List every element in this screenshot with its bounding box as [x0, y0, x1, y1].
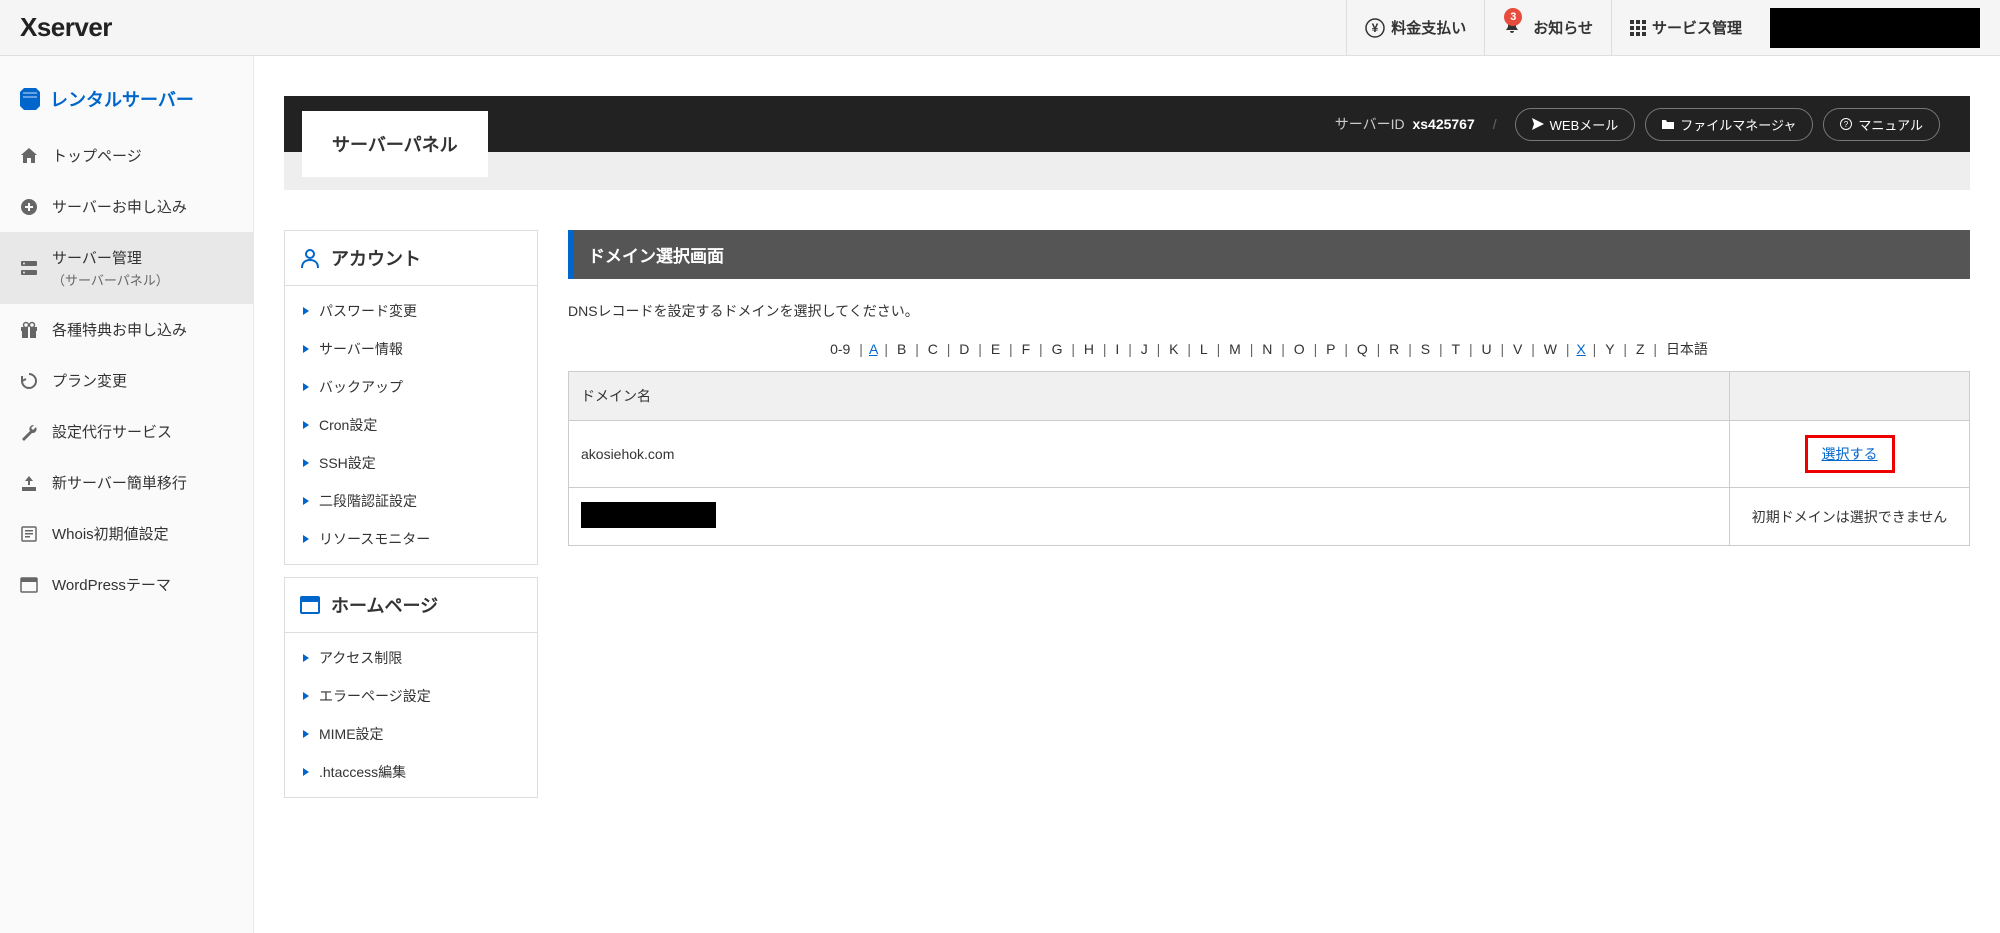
panel-link[interactable]: Cron設定: [285, 406, 537, 444]
action-cell: 選択する: [1730, 421, 1970, 488]
sidebar-item-label: Whois初期値設定: [52, 523, 169, 544]
nav-notices[interactable]: 3 お知らせ: [1484, 0, 1611, 55]
top-nav: ¥ 料金支払い 3 お知らせ サービス管理: [1346, 0, 1980, 55]
window-icon: [299, 594, 321, 616]
panel-link[interactable]: パスワード変更: [285, 292, 537, 330]
action-cell: 初期ドメインは選択できません: [1730, 488, 1970, 546]
redacted-domain: [581, 502, 716, 528]
sidebar: レンタルサーバー トップページ サーバーお申し込み サーバー管理 （サーバーパネ…: [0, 56, 254, 933]
panel-link[interactable]: サーバー情報: [285, 330, 537, 368]
sidebar-item-label: トップページ: [52, 145, 142, 166]
server-panel-title: サーバーパネル: [302, 111, 488, 177]
server-id-value: xs425767: [1412, 116, 1474, 132]
panel-link[interactable]: リソースモニター: [285, 520, 537, 558]
domain-table: ドメイン名 akosiehok.com 選択する初期ドメインは選択できません: [568, 371, 1970, 546]
sidebar-item-plan[interactable]: プラン変更: [0, 355, 253, 406]
main-panel: ドメイン選択画面 DNSレコードを設定するドメインを選択してください。 0-9 …: [568, 230, 1970, 810]
logo[interactable]: Xserver: [20, 12, 112, 43]
sidebar-item-label: サーバー管理 （サーバーパネル）: [52, 247, 169, 289]
sidebar-item-label: サーバーお申し込み: [52, 196, 187, 217]
sidebar-item-label: WordPressテーマ: [52, 574, 171, 595]
top-header: Xserver ¥ 料金支払い 3 お知らせ サービス管理: [0, 0, 2000, 56]
alpha-index: 0-9 | A | B | C | D | E | F | G | H | I …: [568, 339, 1970, 371]
window-icon: [20, 576, 38, 594]
sidebar-item-config[interactable]: 設定代行サービス: [0, 406, 253, 457]
select-domain-link[interactable]: 選択する: [1822, 446, 1878, 462]
nav-service-mgmt[interactable]: サービス管理: [1611, 0, 1760, 55]
homepage-section: ホームページ アクセス制限エラーページ設定MIME設定.htaccess編集: [284, 577, 538, 798]
panel-link[interactable]: アクセス制限: [285, 639, 537, 677]
sidebar-item-wptheme[interactable]: WordPressテーマ: [0, 559, 253, 610]
grid-icon: [1630, 20, 1646, 36]
settings-panel-column: アカウント パスワード変更サーバー情報バックアップCron設定SSH設定二段階認…: [284, 230, 538, 810]
sidebar-item-whois[interactable]: Whois初期値設定: [0, 508, 253, 559]
server-icon: [20, 88, 40, 110]
sidebar-item-label: プラン変更: [52, 370, 127, 391]
svg-text:?: ?: [1844, 120, 1849, 129]
folder-icon: [1662, 118, 1674, 130]
panel-link[interactable]: MIME設定: [285, 715, 537, 753]
webmail-button[interactable]: WEBメール: [1515, 108, 1636, 141]
sidebar-item-benefits[interactable]: 各種特典お申し込み: [0, 304, 253, 355]
domain-cell: [569, 488, 1730, 546]
filemanager-button[interactable]: ファイルマネージャ: [1645, 108, 1813, 141]
alpha-link-X[interactable]: X: [1576, 341, 1585, 357]
action-col-header: [1730, 372, 1970, 421]
question-icon: ?: [1840, 118, 1852, 130]
main-content: サーバーパネル サーバーID xs425767 / WEBメール ファイルマネー…: [254, 56, 2000, 933]
server-id-label: サーバーID: [1335, 116, 1405, 132]
user-menu-redacted[interactable]: [1770, 8, 1980, 48]
table-row: akosiehok.com 選択する: [569, 421, 1970, 488]
server-bar: サーバーパネル サーバーID xs425767 / WEBメール ファイルマネー…: [284, 96, 1970, 152]
account-section: アカウント パスワード変更サーバー情報バックアップCron設定SSH設定二段階認…: [284, 230, 538, 565]
person-icon: [299, 247, 321, 269]
panel-link[interactable]: バックアップ: [285, 368, 537, 406]
sidebar-item-migrate[interactable]: 新サーバー簡単移行: [0, 457, 253, 508]
document-icon: [20, 525, 38, 543]
sidebar-item-apply[interactable]: サーバーお申し込み: [0, 181, 253, 232]
server-stack-icon: [20, 259, 38, 277]
panel-link[interactable]: .htaccess編集: [285, 753, 537, 791]
domain-cell: akosiehok.com: [569, 421, 1730, 488]
alpha-link-A[interactable]: A: [869, 341, 878, 357]
panel-link[interactable]: エラーページ設定: [285, 677, 537, 715]
send-icon: [1532, 118, 1544, 130]
sidebar-item-label: 各種特典お申し込み: [52, 319, 187, 340]
page-title: ドメイン選択画面: [568, 230, 1970, 279]
panel-link[interactable]: SSH設定: [285, 444, 537, 482]
panel-link[interactable]: 二段階認証設定: [285, 482, 537, 520]
account-section-header: アカウント: [285, 231, 537, 286]
domain-col-header: ドメイン名: [569, 372, 1730, 421]
sidebar-item-label: 設定代行サービス: [52, 421, 172, 442]
page-description: DNSレコードを設定するドメインを選択してください。: [568, 279, 1970, 339]
sidebar-item-top[interactable]: トップページ: [0, 130, 253, 181]
table-row: 初期ドメインは選択できません: [569, 488, 1970, 546]
home-icon: [20, 147, 38, 165]
homepage-section-header: ホームページ: [285, 578, 537, 633]
manual-button[interactable]: ? マニュアル: [1823, 108, 1940, 141]
sidebar-heading[interactable]: レンタルサーバー: [0, 76, 253, 130]
plus-circle-icon: [20, 198, 38, 216]
sidebar-item-server-mgmt[interactable]: サーバー管理 （サーバーパネル）: [0, 232, 253, 304]
gift-icon: [20, 321, 38, 339]
upload-icon: [20, 474, 38, 492]
wrench-icon: [20, 423, 38, 441]
refresh-icon: [20, 372, 38, 390]
yen-icon: ¥: [1365, 18, 1385, 38]
sidebar-item-label: 新サーバー簡単移行: [52, 472, 187, 493]
nav-payment[interactable]: ¥ 料金支払い: [1346, 0, 1484, 55]
svg-text:¥: ¥: [1372, 21, 1379, 35]
